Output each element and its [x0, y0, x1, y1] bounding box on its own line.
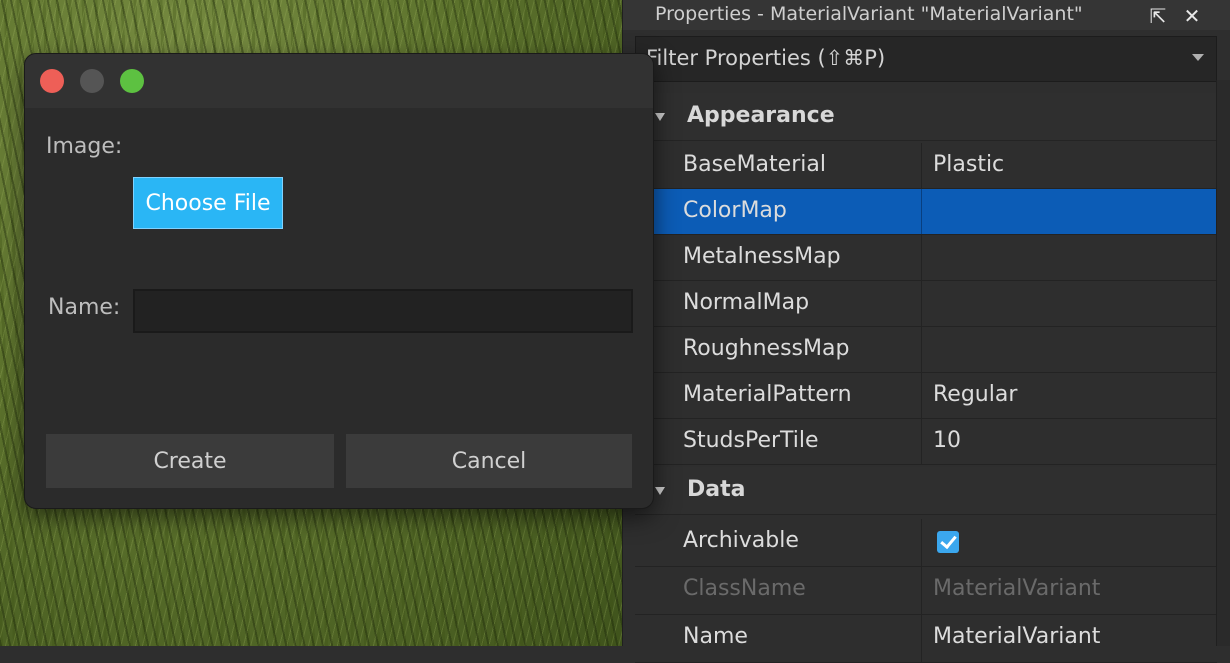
property-name: MetalnessMap	[683, 244, 841, 269]
property-name: ColorMap	[683, 198, 787, 223]
property-name: BaseMaterial	[683, 152, 826, 177]
panel-titlebar: Properties - MaterialVariant "MaterialVa…	[623, 0, 1230, 30]
property-row-metalnessmap[interactable]: MetalnessMap	[635, 235, 1217, 281]
column-divider	[921, 235, 922, 280]
property-value[interactable]: MaterialVariant	[933, 624, 1100, 649]
undock-icon[interactable]: ⇱	[1147, 5, 1169, 27]
create-material-variant-dialog: Image: Choose File Name: Create Cancel	[24, 53, 654, 509]
dialog-titlebar[interactable]	[25, 54, 653, 108]
collapse-arrow-icon[interactable]	[655, 487, 665, 495]
name-label: Name:	[48, 295, 121, 320]
property-row-classname: ClassName MaterialVariant	[635, 567, 1217, 615]
column-divider	[921, 567, 922, 614]
adjacent-panel-edge	[1216, 80, 1230, 646]
cancel-button[interactable]: Cancel	[346, 434, 632, 488]
column-divider	[921, 519, 922, 566]
column-divider	[921, 373, 922, 418]
property-row-basematerial[interactable]: BaseMaterial Plastic	[635, 143, 1217, 189]
property-row-normalmap[interactable]: NormalMap	[635, 281, 1217, 327]
property-name: StudsPerTile	[683, 428, 819, 453]
collapse-arrow-icon[interactable]	[655, 113, 665, 121]
filter-properties-input[interactable]: Filter Properties (⇧⌘P)	[635, 36, 1217, 82]
archivable-checkbox[interactable]	[937, 531, 959, 553]
property-name: Name	[683, 624, 748, 649]
close-icon[interactable]: ✕	[1181, 5, 1203, 27]
property-row-archivable[interactable]: Archivable	[635, 519, 1217, 567]
property-row-studspertile[interactable]: StudsPerTile 10	[635, 419, 1217, 465]
property-value[interactable]: 10	[933, 428, 961, 453]
property-row-roughnessmap[interactable]: RoughnessMap	[635, 327, 1217, 373]
property-name: ClassName	[683, 576, 806, 601]
property-row-name[interactable]: Name MaterialVariant	[635, 615, 1217, 663]
section-label: Data	[687, 477, 746, 502]
filter-placeholder: Filter Properties (⇧⌘P)	[646, 46, 886, 70]
column-divider	[921, 189, 922, 234]
section-appearance[interactable]: Appearance	[635, 93, 1217, 141]
property-value[interactable]: Plastic	[933, 152, 1004, 177]
property-row-colormap[interactable]: ColorMap	[635, 189, 1217, 235]
minimize-window-button[interactable]	[80, 69, 104, 93]
properties-panel: Properties - MaterialVariant "MaterialVa…	[622, 0, 1230, 663]
create-button[interactable]: Create	[46, 434, 334, 488]
property-value[interactable]: Regular	[933, 382, 1017, 407]
panel-title: Properties - MaterialVariant "MaterialVa…	[655, 3, 1083, 25]
close-window-button[interactable]	[40, 69, 64, 93]
zoom-window-button[interactable]	[120, 69, 144, 93]
column-divider	[921, 143, 922, 188]
column-divider	[921, 615, 922, 662]
section-label: Appearance	[687, 103, 835, 128]
property-name: NormalMap	[683, 290, 810, 315]
property-row-materialpattern[interactable]: MaterialPattern Regular	[635, 373, 1217, 419]
column-divider	[921, 281, 922, 326]
column-divider	[921, 419, 922, 464]
property-name: MaterialPattern	[683, 382, 852, 407]
property-value: MaterialVariant	[933, 576, 1101, 601]
property-name: Archivable	[683, 528, 799, 553]
image-label: Image:	[46, 134, 123, 159]
column-divider	[921, 327, 922, 372]
name-input[interactable]	[133, 289, 633, 333]
chevron-down-icon[interactable]	[1192, 54, 1204, 61]
choose-file-button[interactable]: Choose File	[133, 177, 283, 229]
section-data[interactable]: Data	[635, 467, 1217, 515]
property-name: RoughnessMap	[683, 336, 850, 361]
